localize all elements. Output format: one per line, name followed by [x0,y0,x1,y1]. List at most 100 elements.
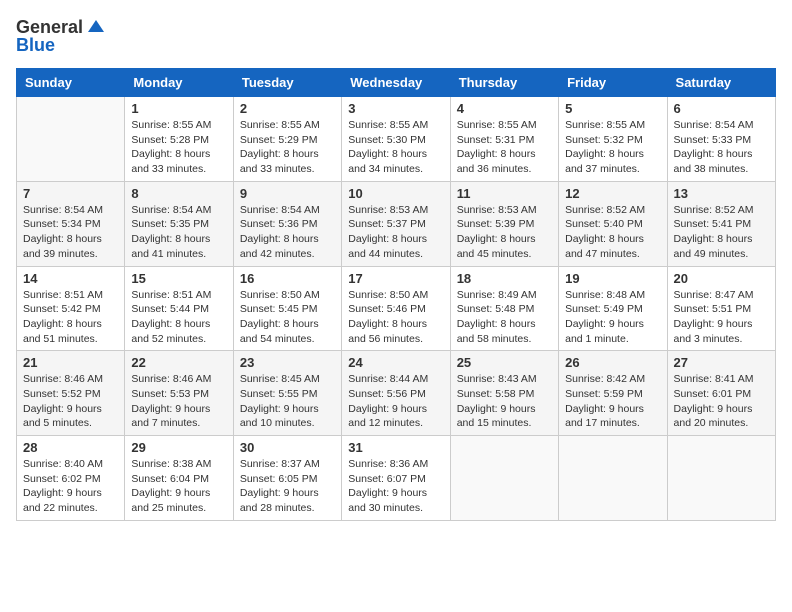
day-number: 11 [457,186,552,201]
day-info: Sunrise: 8:48 AM Sunset: 5:49 PM Dayligh… [565,288,660,347]
day-number: 23 [240,355,335,370]
calendar-cell: 6Sunrise: 8:54 AM Sunset: 5:33 PM Daylig… [667,97,775,182]
day-info: Sunrise: 8:44 AM Sunset: 5:56 PM Dayligh… [348,372,443,431]
weekday-header-wednesday: Wednesday [342,69,450,97]
day-number: 8 [131,186,226,201]
calendar-table: SundayMondayTuesdayWednesdayThursdayFrid… [16,68,776,521]
calendar-cell [17,97,125,182]
day-number: 1 [131,101,226,116]
calendar-cell [667,436,775,521]
calendar-cell: 29 Sunrise: 8:38 AM Sunset: 6:04 PM Dayli… [125,436,233,521]
weekday-header-tuesday: Tuesday [233,69,341,97]
day-number: 13 [674,186,769,201]
weekday-header-thursday: Thursday [450,69,558,97]
day-info: Sunrise: 8:46 AM Sunset: 5:53 PM Dayligh… [131,372,226,431]
calendar-cell: 23 Sunrise: 8:45 AM Sunset: 5:55 PM Dayli… [233,351,341,436]
calendar-cell: 3 Sunrise: 8:55 AM Sunset: 5:30 PM Daylig… [342,97,450,182]
day-info: Sunrise: 8:38 AM Sunset: 6:04 PM Dayligh… [131,457,226,516]
calendar-cell: 18 Sunrise: 8:49 AM Sunset: 5:48 PM Dayli… [450,266,558,351]
day-number: 20 [674,271,769,286]
day-number: 18 [457,271,552,286]
day-number: 26 [565,355,660,370]
calendar-cell: 5Sunrise: 8:55 AM Sunset: 5:32 PM Daylig… [559,97,667,182]
calendar-week-row: 7 Sunrise: 8:54 AM Sunset: 5:34 PM Daylig… [17,181,776,266]
day-number: 9 [240,186,335,201]
day-info: Sunrise: 8:42 AM Sunset: 5:59 PM Dayligh… [565,372,660,431]
day-number: 29 [131,440,226,455]
weekday-header-sunday: Sunday [17,69,125,97]
calendar-header-row: SundayMondayTuesdayWednesdayThursdayFrid… [17,69,776,97]
day-number: 4 [457,101,552,116]
day-number: 30 [240,440,335,455]
calendar-cell: 15 Sunrise: 8:51 AM Sunset: 5:44 PM Dayli… [125,266,233,351]
day-number: 28 [23,440,118,455]
calendar-cell: 11 Sunrise: 8:53 AM Sunset: 5:39 PM Dayli… [450,181,558,266]
logo: General Blue [16,16,104,56]
day-info: Sunrise: 8:51 AM Sunset: 5:42 PM Dayligh… [23,288,118,347]
day-number: 12 [565,186,660,201]
day-info: Sunrise: 8:52 AM Sunset: 5:41 PM Dayligh… [674,203,769,262]
logo-blue-text: Blue [16,35,55,56]
calendar-cell: 19 Sunrise: 8:48 AM Sunset: 5:49 PM Dayli… [559,266,667,351]
calendar-cell: 13 Sunrise: 8:52 AM Sunset: 5:41 PM Dayli… [667,181,775,266]
day-info: Sunrise: 8:55 AM Sunset: 5:29 PM Dayligh… [240,118,335,177]
calendar-cell: 26 Sunrise: 8:42 AM Sunset: 5:59 PM Dayli… [559,351,667,436]
day-number: 3 [348,101,443,116]
calendar-cell: 2 Sunrise: 8:55 AM Sunset: 5:29 PM Daylig… [233,97,341,182]
calendar-cell: 10 Sunrise: 8:53 AM Sunset: 5:37 PM Dayli… [342,181,450,266]
calendar-cell: 21Sunrise: 8:46 AM Sunset: 5:52 PM Dayli… [17,351,125,436]
day-info: Sunrise: 8:41 AM Sunset: 6:01 PM Dayligh… [674,372,769,431]
calendar-cell: 14Sunrise: 8:51 AM Sunset: 5:42 PM Dayli… [17,266,125,351]
day-info: Sunrise: 8:54 AM Sunset: 5:36 PM Dayligh… [240,203,335,262]
weekday-header-friday: Friday [559,69,667,97]
day-info: Sunrise: 8:55 AM Sunset: 5:32 PM Dayligh… [565,118,660,177]
calendar-cell: 28 Sunrise: 8:40 AM Sunset: 6:02 PM Dayli… [17,436,125,521]
logo-triangle-icon [88,18,104,39]
calendar-cell: 17 Sunrise: 8:50 AM Sunset: 5:46 PM Dayli… [342,266,450,351]
day-number: 17 [348,271,443,286]
day-info: Sunrise: 8:51 AM Sunset: 5:44 PM Dayligh… [131,288,226,347]
day-info: Sunrise: 8:53 AM Sunset: 5:37 PM Dayligh… [348,203,443,262]
calendar-cell [450,436,558,521]
calendar-cell: 27 Sunrise: 8:41 AM Sunset: 6:01 PM Dayli… [667,351,775,436]
day-number: 27 [674,355,769,370]
calendar-cell: 9 Sunrise: 8:54 AM Sunset: 5:36 PM Daylig… [233,181,341,266]
day-number: 21 [23,355,118,370]
day-info: Sunrise: 8:55 AM Sunset: 5:31 PM Dayligh… [457,118,552,177]
weekday-header-monday: Monday [125,69,233,97]
day-number: 15 [131,271,226,286]
day-info: Sunrise: 8:36 AM Sunset: 6:07 PM Dayligh… [348,457,443,516]
day-info: Sunrise: 8:45 AM Sunset: 5:55 PM Dayligh… [240,372,335,431]
weekday-header-saturday: Saturday [667,69,775,97]
day-info: Sunrise: 8:49 AM Sunset: 5:48 PM Dayligh… [457,288,552,347]
day-number: 16 [240,271,335,286]
day-info: Sunrise: 8:52 AM Sunset: 5:40 PM Dayligh… [565,203,660,262]
day-number: 2 [240,101,335,116]
calendar-week-row: 1 Sunrise: 8:55 AM Sunset: 5:28 PM Daylig… [17,97,776,182]
page-header: General Blue [16,16,776,56]
day-number: 25 [457,355,552,370]
calendar-cell: 1 Sunrise: 8:55 AM Sunset: 5:28 PM Daylig… [125,97,233,182]
calendar-cell: 24 Sunrise: 8:44 AM Sunset: 5:56 PM Dayli… [342,351,450,436]
calendar-cell [559,436,667,521]
day-info: Sunrise: 8:50 AM Sunset: 5:46 PM Dayligh… [348,288,443,347]
day-number: 7 [23,186,118,201]
calendar-cell: 8 Sunrise: 8:54 AM Sunset: 5:35 PM Daylig… [125,181,233,266]
day-info: Sunrise: 8:55 AM Sunset: 5:30 PM Dayligh… [348,118,443,177]
day-number: 19 [565,271,660,286]
day-number: 31 [348,440,443,455]
day-info: Sunrise: 8:54 AM Sunset: 5:33 PM Dayligh… [674,118,769,177]
day-number: 10 [348,186,443,201]
day-info: Sunrise: 8:37 AM Sunset: 6:05 PM Dayligh… [240,457,335,516]
day-info: Sunrise: 8:40 AM Sunset: 6:02 PM Dayligh… [23,457,118,516]
calendar-cell: 31 Sunrise: 8:36 AM Sunset: 6:07 PM Dayli… [342,436,450,521]
day-info: Sunrise: 8:54 AM Sunset: 5:34 PM Dayligh… [23,203,118,262]
day-number: 24 [348,355,443,370]
day-info: Sunrise: 8:55 AM Sunset: 5:28 PM Dayligh… [131,118,226,177]
calendar-cell: 12 Sunrise: 8:52 AM Sunset: 5:40 PM Dayli… [559,181,667,266]
day-info: Sunrise: 8:47 AM Sunset: 5:51 PM Dayligh… [674,288,769,347]
day-info: Sunrise: 8:43 AM Sunset: 5:58 PM Dayligh… [457,372,552,431]
day-info: Sunrise: 8:54 AM Sunset: 5:35 PM Dayligh… [131,203,226,262]
calendar-cell: 16Sunrise: 8:50 AM Sunset: 5:45 PM Dayli… [233,266,341,351]
day-info: Sunrise: 8:53 AM Sunset: 5:39 PM Dayligh… [457,203,552,262]
